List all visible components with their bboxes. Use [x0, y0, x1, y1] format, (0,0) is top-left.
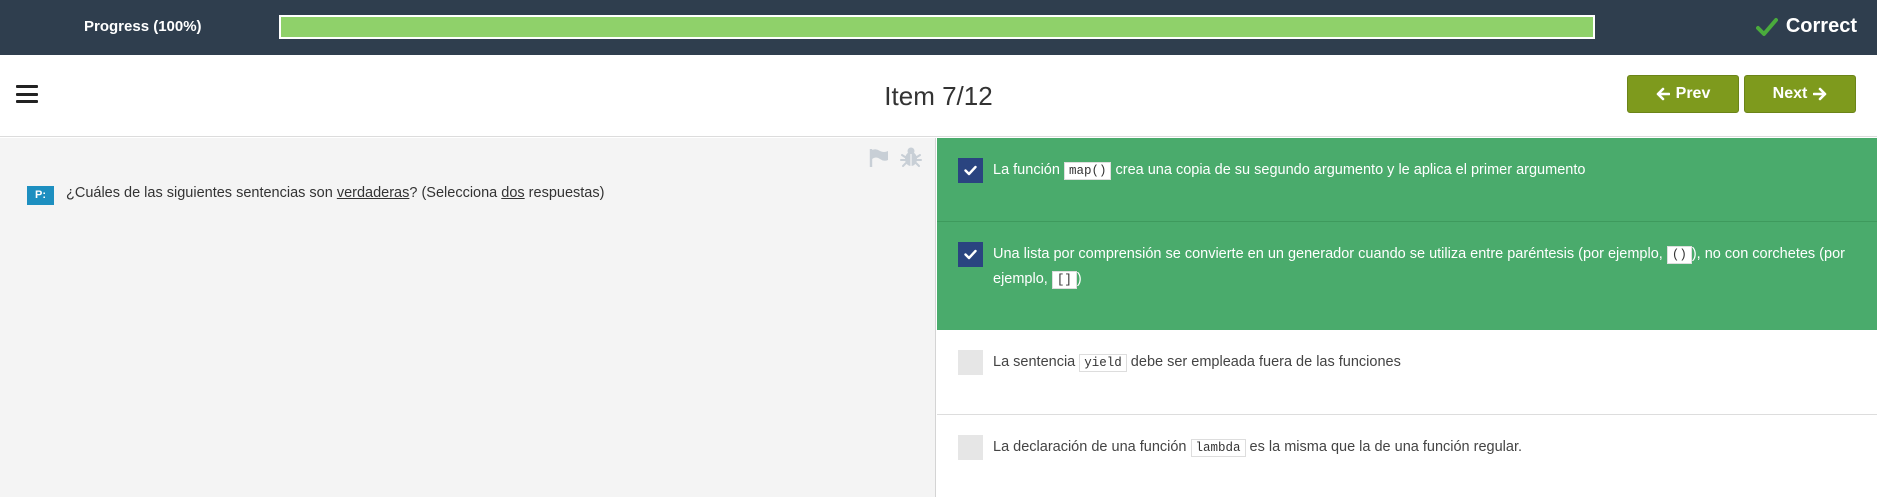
code-snippet: lambda — [1190, 439, 1246, 457]
flag-icon[interactable] — [868, 148, 890, 168]
checkbox-check-icon — [964, 165, 977, 176]
option-text: La declaración de una función lambda es … — [993, 439, 1523, 457]
checkbox-check-icon — [964, 249, 977, 260]
option-text: Una lista por comprensión se convierte e… — [993, 246, 1845, 289]
code-snippet: () — [1666, 246, 1692, 264]
code-snippet: yield — [1079, 354, 1127, 372]
question-panel: P: ¿Cuáles de las siguientes sentencias … — [0, 138, 936, 497]
question-row: P: ¿Cuáles de las siguientes sentencias … — [27, 185, 604, 205]
progress-fill — [281, 17, 1593, 37]
option-checkbox[interactable] — [958, 350, 983, 375]
bug-icon[interactable] — [900, 146, 922, 168]
question-badge: P: — [27, 186, 54, 205]
option-4[interactable]: La declaración de una función lambda es … — [937, 415, 1877, 497]
arrow-right-icon — [1813, 87, 1827, 101]
option-checkbox[interactable] — [958, 242, 983, 267]
next-button[interactable]: Next — [1744, 75, 1856, 113]
check-icon — [1755, 17, 1778, 36]
options-panel: La función map() crea una copia de su se… — [937, 138, 1877, 497]
status-indicator: Correct — [1755, 15, 1857, 38]
option-text: La sentencia yield debe ser empleada fue… — [993, 354, 1401, 372]
code-snippet: [] — [1051, 271, 1077, 289]
question-emphasis-true: verdaderas — [336, 185, 410, 201]
arrow-left-icon — [1656, 87, 1670, 101]
progress-track — [279, 15, 1595, 39]
status-text: Correct — [1785, 15, 1857, 37]
progress-label: Progress (100%) — [84, 18, 202, 35]
option-2[interactable]: Una lista por comprensión se convierte e… — [937, 222, 1877, 330]
option-text: La función map() crea una copia de su se… — [993, 162, 1586, 180]
prev-label: Prev — [1675, 85, 1711, 102]
question-emphasis-two: dos — [501, 185, 525, 201]
item-title: Item 7/12 — [884, 81, 993, 111]
option-1[interactable]: La función map() crea una copia de su se… — [937, 138, 1877, 222]
next-label: Next — [1772, 85, 1808, 102]
option-3[interactable]: La sentencia yield debe ser empleada fue… — [937, 330, 1877, 415]
option-checkbox[interactable] — [958, 158, 983, 183]
item-header: Item 7/12 Prev Next — [0, 55, 1877, 137]
prev-button[interactable]: Prev — [1627, 75, 1739, 113]
progress-bar-header: Progress (100%) Correct — [0, 0, 1877, 55]
question-text: ¿Cuáles de las siguientes sentencias son… — [66, 185, 605, 201]
code-snippet: map() — [1063, 162, 1112, 180]
option-checkbox[interactable] — [958, 435, 983, 460]
